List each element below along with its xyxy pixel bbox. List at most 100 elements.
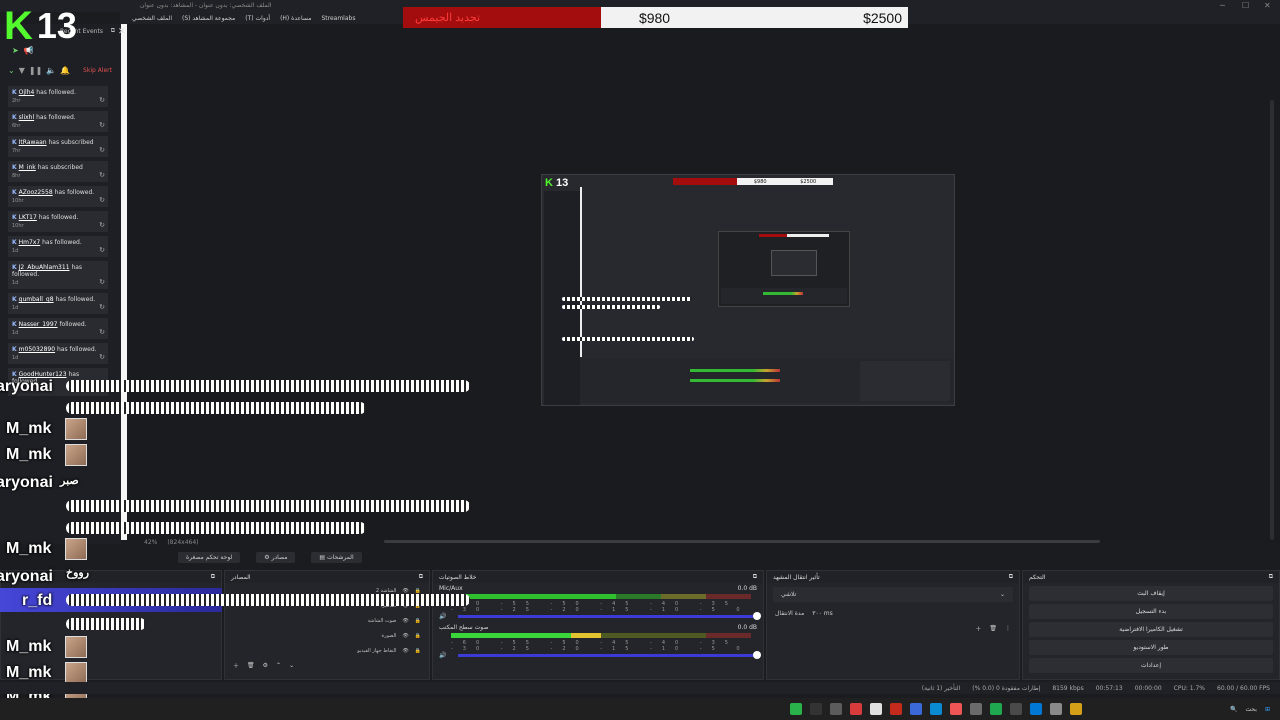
filters-button[interactable]: ▤ المرشحات	[311, 551, 362, 563]
move-up-icon[interactable]: ⌃	[276, 662, 281, 669]
taskbar-search[interactable]: بحث	[1246, 706, 1257, 713]
bell-icon[interactable]: 🔔	[60, 66, 70, 75]
replay-icon[interactable]: ↻	[99, 96, 105, 104]
zoom-level[interactable]: 42%	[144, 539, 157, 546]
taskbar-app-icon[interactable]	[1050, 703, 1062, 715]
event-item[interactable]: K Hm7x7 has followed. 1d ↻	[8, 236, 108, 257]
event-user[interactable]: AZooz2558	[19, 189, 53, 196]
event-item[interactable]: Kgumball_q8 has followed. 1d ↻	[8, 293, 108, 314]
source-item[interactable]: الشاشة 2 👁 🔒	[225, 583, 429, 598]
transition-select[interactable]: تلاشي ⌄	[773, 587, 1013, 602]
pause-icon[interactable]: ❚❚	[29, 66, 42, 75]
taskbar-app-icon[interactable]	[790, 703, 802, 715]
taskbar-app-icon[interactable]	[990, 703, 1002, 715]
event-user[interactable]: slixhl	[19, 114, 34, 121]
event-user[interactable]: ItRawaan	[19, 139, 47, 146]
studio-mode-button[interactable]: طور الاستوديو	[1029, 640, 1273, 655]
event-user[interactable]: LKT17	[19, 214, 37, 221]
event-user[interactable]: m05032890	[19, 346, 55, 353]
stop-stream-button[interactable]: إيقاف البث	[1029, 586, 1273, 601]
virtual-camera-button[interactable]: تشغيل الكاميرا الافتراضية	[1029, 622, 1273, 637]
delete-transition-icon[interactable]: 🗑	[989, 625, 997, 632]
menu-item-help[interactable]: (H) مساعدة	[280, 15, 311, 22]
dock-float-icon[interactable]: ⧉	[753, 573, 757, 581]
volume-slider[interactable]	[458, 612, 761, 620]
event-user[interactable]: GoodHunter123	[19, 371, 67, 378]
event-item[interactable]: K ItRawaan has subscribed 7hr ↻	[8, 136, 108, 157]
event-user[interactable]: M_ink	[19, 164, 36, 171]
dock-close-icon[interactable]: ✕	[118, 27, 126, 37]
source-item[interactable]: الكاميرا 👁 🔒	[225, 598, 429, 613]
source-item[interactable]: صوت الشاشة 👁 🔒	[225, 613, 429, 628]
settings-button[interactable]: إعدادات	[1029, 658, 1273, 673]
menu-item-scene-collection[interactable]: (S) مجموعة المشاهد	[182, 15, 235, 22]
add-source-icon[interactable]: ＋	[233, 661, 239, 670]
horizontal-scrollbar[interactable]	[384, 540, 1100, 543]
taskbar-app-icon[interactable]	[950, 703, 962, 715]
event-item[interactable]: K Nasser_1997 followed. 1d ↻	[8, 318, 108, 339]
close-icon[interactable]: ✕	[1264, 1, 1271, 10]
taskbar-app-icon[interactable]	[890, 703, 902, 715]
taskbar-app-icon[interactable]	[1030, 703, 1042, 715]
transition-duration[interactable]: مدة الانتقال ٣٠٠ ms	[767, 606, 1019, 621]
mini-control-button[interactable]: لوحة تحكم مصغرة	[178, 551, 241, 563]
source-properties-icon[interactable]: ⚙	[263, 662, 268, 669]
event-user[interactable]: gumball_q8	[19, 296, 54, 303]
dock-divider[interactable]	[121, 24, 127, 540]
replay-icon[interactable]: ↻	[99, 121, 105, 129]
chevron-down-icon[interactable]: ⌄	[8, 66, 15, 75]
add-transition-icon[interactable]: ＋	[975, 624, 981, 633]
event-item[interactable]: K Ojlh4 has followed. 2hr ↻	[8, 86, 108, 107]
taskbar-app-icon[interactable]	[850, 703, 862, 715]
minimize-icon[interactable]: ─	[1220, 1, 1225, 10]
move-down-icon[interactable]: ⌄	[289, 662, 294, 669]
taskbar-app-icon[interactable]	[1010, 703, 1022, 715]
taskbar-app-icon[interactable]	[870, 703, 882, 715]
taskbar-app-icon[interactable]	[910, 703, 922, 715]
source-item[interactable]: الصورة 👁 🔒	[225, 628, 429, 643]
dock-float-icon[interactable]: ⧉	[1269, 573, 1273, 581]
event-user[interactable]: Nasser_1997	[19, 321, 58, 328]
volume-icon[interactable]: 🔈	[46, 66, 56, 75]
event-item[interactable]: Kslixhl has followed. 6hr ↻	[8, 111, 108, 132]
volume-slider[interactable]	[458, 651, 761, 659]
duration-value[interactable]: ٣٠٠ ms	[812, 610, 833, 617]
delete-source-icon[interactable]: 🗑	[247, 662, 255, 669]
search-icon[interactable]: 🔍	[1230, 706, 1237, 713]
event-item[interactable]: Km05032890 has followed. 1d ↻	[8, 343, 108, 364]
taskbar-app-icon[interactable]	[1070, 703, 1082, 715]
replay-icon[interactable]: ↻	[99, 353, 105, 361]
menu-item-profile[interactable]: الملف الشخصي	[132, 15, 172, 22]
skip-alert-button[interactable]: Skip Alert	[83, 67, 112, 74]
event-item[interactable]: K J2_AbuAhlam311 has followed. 1d ↻	[8, 261, 108, 289]
event-item[interactable]: K GoodHunter123 has followed. 2d ↻	[8, 368, 108, 396]
speaker-icon[interactable]: 🔊	[439, 613, 446, 620]
event-item[interactable]: K LKT17 has followed. 10hr ↻	[8, 211, 108, 232]
event-item[interactable]: K M_ink has subscribed 8hr ↻	[8, 161, 108, 182]
speaker-icon[interactable]: 🔊	[439, 652, 446, 659]
replay-icon[interactable]: ↻	[99, 246, 105, 254]
replay-icon[interactable]: ↻	[99, 171, 105, 179]
replay-icon[interactable]: ↻	[99, 303, 105, 311]
replay-icon[interactable]: ↻	[99, 385, 105, 393]
more-icon[interactable]: ⋮	[1005, 625, 1011, 632]
event-user[interactable]: J2_AbuAhlam311	[19, 264, 70, 271]
event-user[interactable]: Hm7x7	[19, 239, 41, 246]
replay-icon[interactable]: ↻	[99, 278, 105, 286]
event-user[interactable]: Ojlh4	[19, 89, 35, 96]
dock-float-icon[interactable]: ⧉	[211, 573, 215, 581]
replay-icon[interactable]: ↻	[99, 146, 105, 154]
taskbar-app-icon[interactable]	[810, 703, 822, 715]
source-item[interactable]: التقاط جهاز الفيديو 👁 🔒	[225, 643, 429, 658]
replay-icon[interactable]: ↻	[99, 196, 105, 204]
event-item[interactable]: K AZooz2558 has followed. 10hr ↻	[8, 186, 108, 207]
taskbar-app-icon[interactable]	[970, 703, 982, 715]
menu-item-tools[interactable]: (T) أدوات	[245, 15, 270, 22]
start-recording-button[interactable]: بدء التسجيل	[1029, 604, 1273, 619]
dock-float-icon[interactable]: ⧉	[111, 27, 115, 35]
menu-item-streamlabs[interactable]: Streamlabs	[321, 15, 355, 22]
replay-icon[interactable]: ↻	[99, 221, 105, 229]
filter-icon[interactable]: ▼	[19, 66, 25, 75]
vertical-scrollbar[interactable]	[1270, 100, 1274, 540]
dock-float-icon[interactable]: ⧉	[1009, 573, 1013, 581]
